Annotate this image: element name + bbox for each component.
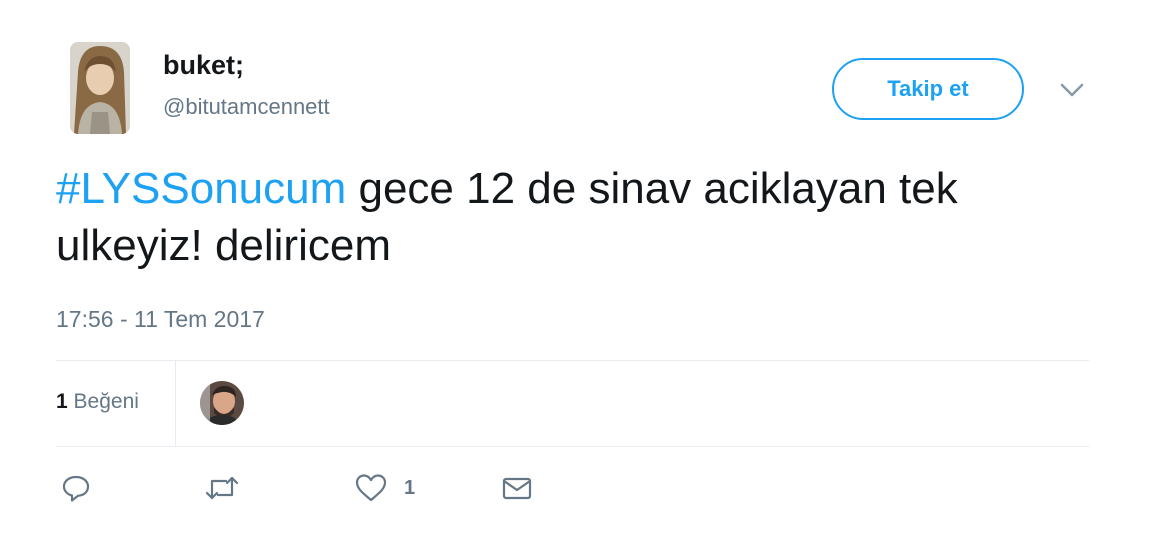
reply-button[interactable] (60, 470, 92, 506)
reply-icon (60, 472, 92, 504)
likes-number: 1 (56, 390, 68, 413)
stats-separator (175, 361, 176, 446)
likes-label: Beğeni (73, 390, 139, 413)
direct-message-button[interactable] (500, 470, 534, 506)
divider (56, 446, 1089, 447)
likes-stat[interactable]: 1 Beğeni (56, 390, 139, 414)
like-button[interactable]: 1 (354, 470, 415, 506)
retweet-icon (204, 472, 240, 504)
retweet-button[interactable] (204, 470, 240, 506)
divider (56, 360, 1089, 361)
follow-button[interactable]: Takip et (832, 58, 1024, 120)
tweet-timestamp[interactable]: 17:56 - 11 Tem 2017 (56, 306, 265, 333)
like-count: 1 (404, 476, 416, 499)
chevron-down-icon[interactable] (1058, 78, 1086, 102)
hashtag-link[interactable]: #LYSSonucum (56, 164, 346, 213)
author-handle[interactable]: @bitutamcennett (163, 94, 330, 120)
liker-avatar[interactable] (200, 381, 244, 425)
heart-icon (354, 472, 388, 504)
tweet-text: #LYSSonucum gece 12 de sinav aciklayan t… (56, 160, 1076, 274)
envelope-icon (500, 472, 534, 504)
author-avatar[interactable] (70, 42, 130, 134)
author-display-name[interactable]: buket; (163, 50, 244, 81)
